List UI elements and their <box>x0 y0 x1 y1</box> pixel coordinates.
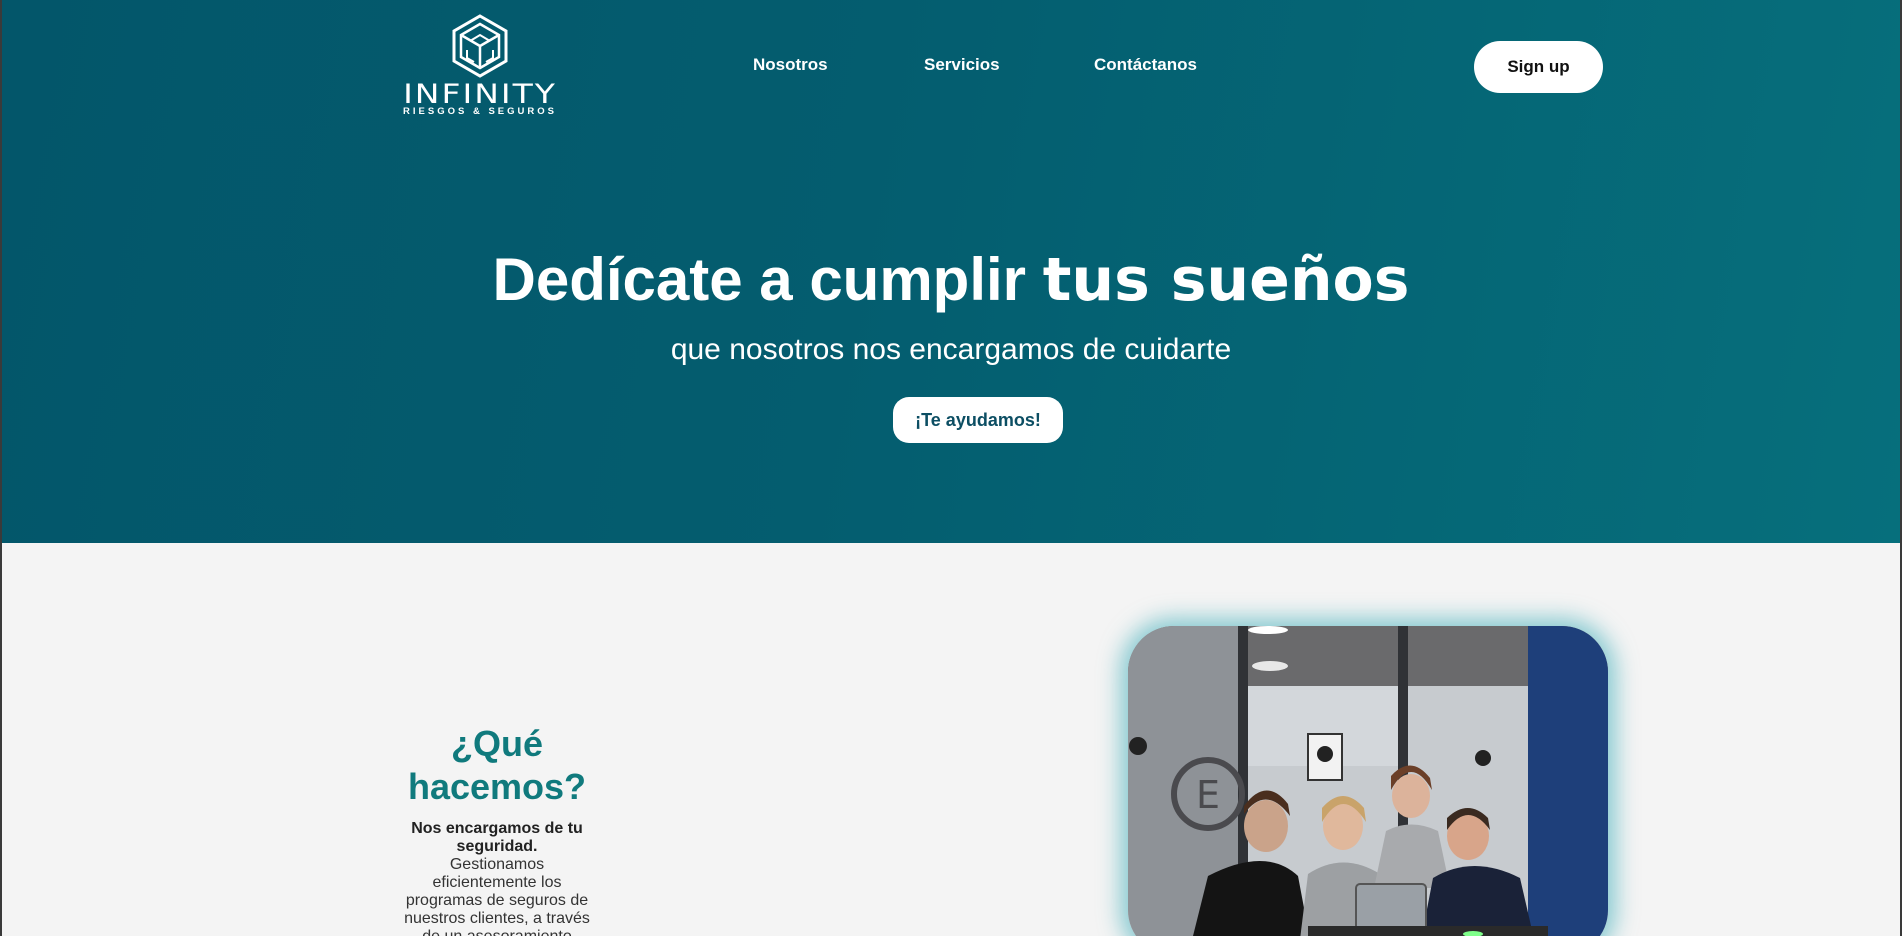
signup-button[interactable]: Sign up <box>1474 41 1603 93</box>
about-heading: ¿Qué hacemos? <box>407 723 587 807</box>
about-lead: Nos encargamos de tu seguridad. <box>411 820 583 855</box>
brand-tagline: RIESGOS & SEGUROS <box>403 106 557 117</box>
team-photo-illustration: E <box>1128 626 1608 936</box>
nav-item-nosotros[interactable]: Nosotros <box>753 55 828 75</box>
hero-title-regular: Dedícate a cumplir <box>492 246 1043 313</box>
nav-item-contactanos[interactable]: Contáctanos <box>1094 55 1197 75</box>
brand-name: INFINITY <box>403 77 557 110</box>
nav-item-servicios[interactable]: Servicios <box>924 55 1000 75</box>
hero-section: INFINITY RIESGOS & SEGUROS Nosotros Serv… <box>2 0 1900 543</box>
page: INFINITY RIESGOS & SEGUROS Nosotros Serv… <box>2 0 1900 936</box>
hexagon-cube-logo-icon <box>452 14 508 78</box>
svg-text:E: E <box>1196 773 1220 817</box>
hero-title-emphasis: tus sueños <box>1042 245 1410 315</box>
hero-subtitle: que nosotros nos encargamos de cuidarte <box>670 333 1232 366</box>
about-section: ¿Qué hacemos? Nos encargamos de tu segur… <box>397 722 597 936</box>
about-body: Gestionamos eficientemente los programas… <box>404 856 590 936</box>
brand-logo[interactable]: INFINITY RIESGOS & SEGUROS <box>402 14 558 119</box>
hero-title: Dedícate a cumplir tus sueños <box>2 245 1900 315</box>
help-cta-button[interactable]: ¡Te ayudamos! <box>893 397 1063 443</box>
team-meeting-photo: E <box>1128 626 1608 936</box>
